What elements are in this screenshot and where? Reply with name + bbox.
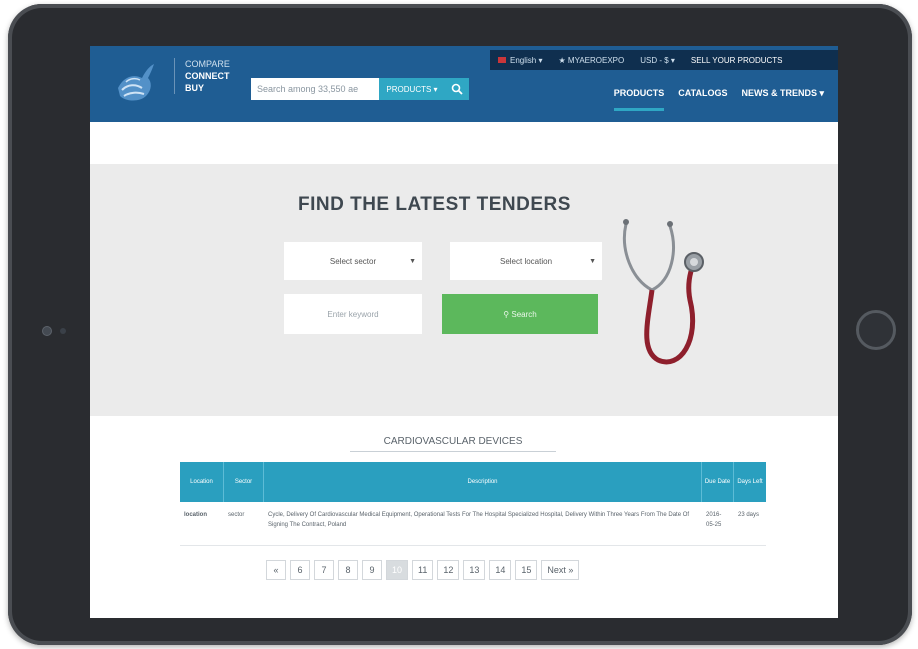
page-button[interactable]: 15 — [515, 560, 538, 580]
page-button[interactable]: 11 — [412, 560, 434, 580]
sell-products-link[interactable]: SELL YOUR PRODUCTS — [683, 56, 791, 65]
page-button[interactable]: 8 — [338, 560, 358, 580]
tablet-frame: English ▾ ★ MYAEROEXPO USD - $ ▾ SELL YO… — [8, 4, 912, 645]
col-location[interactable]: Location — [180, 462, 224, 502]
site-header: English ▾ ★ MYAEROEXPO USD - $ ▾ SELL YO… — [90, 46, 838, 122]
page-button[interactable]: 13 — [463, 560, 486, 580]
tablet-screen: English ▾ ★ MYAEROEXPO USD - $ ▾ SELL YO… — [90, 46, 838, 618]
top-utility-bar: English ▾ ★ MYAEROEXPO USD - $ ▾ SELL YO… — [490, 50, 838, 70]
cell-description[interactable]: Cycle, Delivery Of Cardiovascular Medica… — [264, 502, 702, 545]
page-next-button[interactable]: Next » — [541, 560, 580, 580]
flag-icon — [498, 57, 506, 64]
tenders-table: Location Sector Description Due Date Day… — [180, 462, 766, 546]
col-due-date[interactable]: Due Date — [702, 462, 734, 502]
brand-tagline: COMPARE CONNECT BUY — [174, 58, 234, 94]
caret-down-icon: ▼ — [409, 257, 416, 265]
col-days-left[interactable]: Days Left — [734, 462, 766, 502]
location-select[interactable]: Select location ▼ — [450, 242, 602, 280]
brand-line-connect: CONNECT — [185, 71, 230, 81]
page-button-current[interactable]: 10 — [386, 560, 409, 580]
tender-search-button[interactable]: ⚲ Search — [442, 294, 598, 334]
camera-icon — [42, 326, 52, 336]
cell-location: location — [184, 512, 208, 518]
currency-selector[interactable]: USD - $ ▾ — [632, 56, 683, 65]
myexpo-link[interactable]: ★ MYAEROEXPO — [551, 56, 633, 65]
cell-sector: sector — [228, 512, 245, 518]
page-button[interactable]: 14 — [489, 560, 512, 580]
main-nav: PRODUCTS CATALOGS NEWS & TRENDS ▾ — [613, 88, 824, 111]
search-icon — [451, 83, 463, 95]
tender-search-hero: FIND THE LATEST TENDERS Select sector ▼ S… — [90, 164, 838, 416]
hero-title: FIND THE LATEST TENDERS — [298, 194, 571, 215]
sector-select[interactable]: Select sector ▼ — [284, 242, 422, 280]
page-button[interactable]: 9 — [362, 560, 382, 580]
keyword-input[interactable]: Enter keyword — [284, 294, 422, 334]
brand-line-compare: COMPARE — [185, 59, 230, 69]
table-header: Location Sector Description Due Date Day… — [180, 462, 766, 502]
sensor-icon — [60, 328, 66, 334]
col-description[interactable]: Description — [264, 462, 702, 502]
pagination: « 6 7 8 9 10 11 12 13 14 15 Next » — [266, 560, 580, 580]
page-prev-button[interactable]: « — [266, 560, 286, 580]
site-search-input[interactable]: Search among 33,550 ae — [251, 78, 379, 100]
search-button[interactable] — [445, 78, 469, 100]
language-selector[interactable]: English ▾ — [490, 56, 551, 65]
brand-line-buy: BUY — [185, 83, 205, 93]
section-title: CARDIOVASCULAR DEVICES — [350, 436, 556, 452]
col-sector[interactable]: Sector — [224, 462, 264, 502]
nav-products[interactable]: PRODUCTS — [613, 88, 665, 111]
home-button[interactable] — [856, 310, 896, 350]
table-row[interactable]: location sector Cycle, Delivery Of Cardi… — [180, 502, 766, 546]
search-icon: ⚲ — [503, 309, 512, 319]
page-button[interactable]: 7 — [314, 560, 334, 580]
cell-days-left: 23 days — [738, 512, 760, 518]
nav-catalogs[interactable]: CATALOGS — [678, 88, 727, 111]
page-button[interactable]: 12 — [437, 560, 460, 580]
stethoscope-image — [622, 219, 704, 365]
search-category-dropdown[interactable]: PRODUCTS ▾ — [379, 78, 445, 100]
caret-down-icon: ▼ — [589, 257, 596, 265]
page-button[interactable]: 6 — [290, 560, 310, 580]
pegasus-logo-icon[interactable] — [112, 58, 158, 106]
nav-news-trends[interactable]: NEWS & TRENDS ▾ — [741, 88, 824, 111]
cell-due-date: 2016-05-25 — [706, 512, 722, 528]
